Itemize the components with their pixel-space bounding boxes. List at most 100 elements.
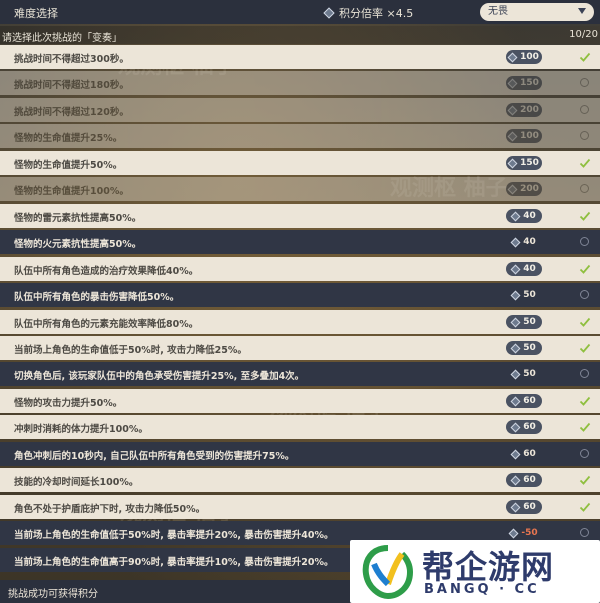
unchecked-circle-icon[interactable] <box>580 237 589 246</box>
unchecked-circle-icon[interactable] <box>580 184 589 193</box>
points-icon <box>510 369 521 379</box>
variation-row[interactable]: 怪物的生命值提升50%。 150 <box>0 151 600 175</box>
points-value: -50 <box>521 528 538 538</box>
variation-label: 角色冲刺后的10秒内, 自己队伍中所有角色受到的伤害提升75%。 <box>14 451 295 462</box>
points-value: 150 <box>520 78 539 88</box>
points-icon <box>510 396 521 406</box>
variation-label: 怪物的生命值提升100%。 <box>14 186 129 197</box>
points-badge: 60 <box>506 447 542 461</box>
points-badge: 40 <box>506 209 542 223</box>
variation-row[interactable]: 切换角色后, 该玩家队伍中的角色承受伤害提升25%, 至多叠加4次。 50 <box>0 362 600 386</box>
footer-label: 挑战成功可获得积分 <box>8 589 98 600</box>
points-icon <box>510 317 521 327</box>
variation-row: 怪物的生命值提升25%。 100 <box>0 124 600 148</box>
points-value: 50 <box>523 290 536 300</box>
page-title: 难度选择 <box>14 7 58 20</box>
variation-row[interactable]: 队伍中所有角色的元素充能效率降低80%。 50 <box>0 310 600 334</box>
points-value: 40 <box>523 264 536 274</box>
checkmark-icon[interactable] <box>579 501 591 513</box>
unchecked-circle-icon[interactable] <box>580 105 589 114</box>
variation-label: 怪物的生命值提升50%。 <box>14 160 123 171</box>
variation-row[interactable]: 当前场上角色的生命值低于50%时, 攻击力降低25%。 50 <box>0 336 600 360</box>
points-value: 200 <box>520 184 539 194</box>
variation-row[interactable]: 怪物的火元素抗性提高50%。 40 <box>0 230 600 254</box>
points-value: 100 <box>520 131 539 141</box>
points-badge: 40 <box>506 235 542 249</box>
site-logo: 帮企游网 BANGQ · CC <box>350 540 600 603</box>
variation-row[interactable]: 挑战时间不得超过300秒。 100 <box>0 45 600 69</box>
unchecked-circle-icon[interactable] <box>580 78 589 87</box>
points-icon <box>510 475 521 485</box>
points-value: 60 <box>523 449 536 459</box>
points-badge: 40 <box>506 262 542 276</box>
checkmark-icon[interactable] <box>579 210 591 222</box>
checkmark-icon[interactable] <box>579 51 591 63</box>
variation-row[interactable]: 冲刺时消耗的体力提升100%。 60 <box>0 415 600 439</box>
points-badge: 50 <box>506 288 542 302</box>
points-value: 60 <box>523 475 536 485</box>
variation-row[interactable]: 角色不处于护盾庇护下时, 攻击力降低50%。 60 <box>0 495 600 519</box>
unchecked-circle-icon[interactable] <box>580 131 589 140</box>
score-multiplier: 积分倍率 ×4.5 <box>323 5 413 21</box>
points-value: 50 <box>523 317 536 327</box>
variation-subheader: 请选择此次挑战的「变奏」 10/20 <box>0 26 600 44</box>
points-value: 40 <box>523 211 536 221</box>
unchecked-circle-icon[interactable] <box>580 449 589 458</box>
variation-row[interactable]: 怪物的攻击力提升50%。 60 <box>0 389 600 413</box>
points-badge: 100 <box>506 50 542 64</box>
points-icon <box>508 528 519 538</box>
points-value: 100 <box>520 52 539 62</box>
variation-row[interactable]: 技能的冷却时间延长100%。 60 <box>0 468 600 492</box>
points-value: 150 <box>520 158 539 168</box>
points-badge: 50 <box>506 341 542 355</box>
chevron-down-icon <box>578 8 586 14</box>
variation-label: 切换角色后, 该玩家队伍中的角色承受伤害提升25%, 至多叠加4次。 <box>14 371 305 382</box>
points-badge: -50 <box>506 526 542 540</box>
unchecked-circle-icon[interactable] <box>580 369 589 378</box>
difficulty-select[interactable]: 无畏 <box>480 3 594 21</box>
variation-row[interactable]: 队伍中所有角色的暴击伤害降低50%。 50 <box>0 283 600 307</box>
checkmark-icon[interactable] <box>579 421 591 433</box>
variation-label: 挑战时间不得超过120秒。 <box>14 107 129 118</box>
variation-row[interactable]: 角色冲刺后的10秒内, 自己队伍中所有角色受到的伤害提升75%。 60 <box>0 442 600 466</box>
points-badge: 200 <box>506 103 542 117</box>
points-icon <box>510 449 521 459</box>
variation-label: 角色不处于护盾庇护下时, 攻击力降低50%。 <box>14 504 206 515</box>
variation-label: 挑战时间不得超过300秒。 <box>14 54 129 65</box>
variation-label: 队伍中所有角色造成的治疗效果降低40%。 <box>14 266 199 277</box>
points-icon <box>510 237 521 247</box>
variation-row[interactable]: 队伍中所有角色造成的治疗效果降低40%。 40 <box>0 257 600 281</box>
variation-label: 技能的冷却时间延长100%。 <box>14 477 139 488</box>
variation-label: 当前场上角色的生命值低于50%时, 攻击力降低25%。 <box>14 345 247 356</box>
points-value: 200 <box>520 105 539 115</box>
checkmark-icon[interactable] <box>579 157 591 169</box>
variation-prompt: 请选择此次挑战的「变奏」 <box>2 33 122 44</box>
points-value: 50 <box>523 343 536 353</box>
points-icon <box>507 78 518 88</box>
checkmark-icon[interactable] <box>579 395 591 407</box>
checkmark-icon[interactable] <box>579 316 591 328</box>
points-icon <box>510 211 521 221</box>
points-icon <box>507 131 518 141</box>
checkmark-icon[interactable] <box>579 342 591 354</box>
variation-row: 怪物的生命值提升100%。 200 <box>0 177 600 201</box>
points-icon <box>510 502 521 512</box>
points-badge: 60 <box>506 500 542 514</box>
points-icon <box>510 422 521 432</box>
unchecked-circle-icon[interactable] <box>580 290 589 299</box>
points-badge: 150 <box>506 156 542 170</box>
points-badge: 60 <box>506 473 542 487</box>
variation-row[interactable]: 怪物的雷元素抗性提高50%。 40 <box>0 204 600 228</box>
checkmark-icon[interactable] <box>579 263 591 275</box>
points-badge: 200 <box>506 182 542 196</box>
checkmark-icon[interactable] <box>579 474 591 486</box>
points-icon <box>507 105 518 115</box>
points-value: 40 <box>523 237 536 247</box>
selection-count: 10/20 <box>569 29 598 40</box>
points-badge: 150 <box>506 76 542 90</box>
variation-label: 怪物的雷元素抗性提高50%。 <box>14 213 142 224</box>
points-icon <box>507 184 518 194</box>
variation-row: 挑战时间不得超过120秒。 200 <box>0 98 600 122</box>
points-badge: 60 <box>506 420 542 434</box>
unchecked-circle-icon[interactable] <box>580 528 589 537</box>
